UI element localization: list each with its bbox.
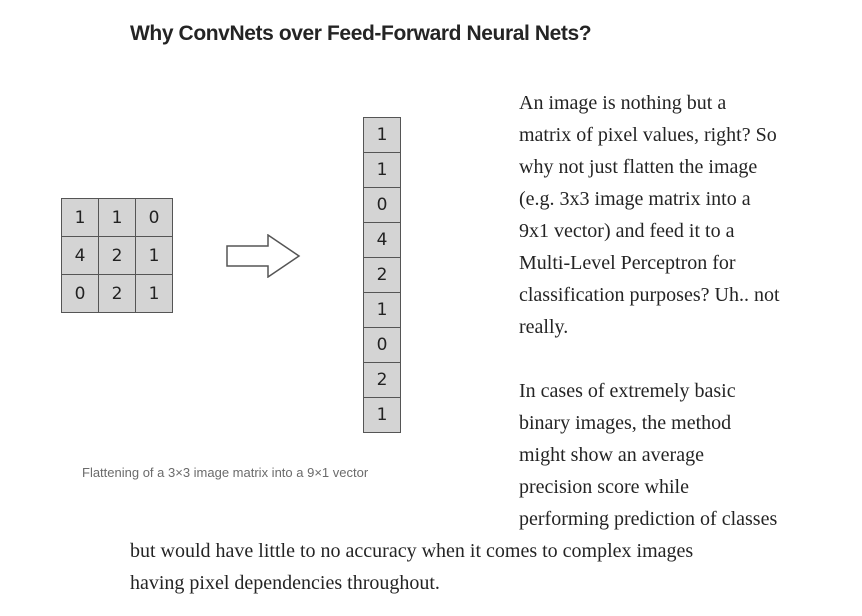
text-line: classification purposes? Uh.. not [519, 284, 780, 306]
matrix-cell: 0 [62, 275, 99, 313]
matrix-cell: 0 [136, 199, 173, 237]
vector-cell: 1 [364, 293, 401, 328]
text-line: performing prediction of classes [519, 508, 778, 530]
matrix-cell: 1 [99, 199, 136, 237]
text-line: (e.g. 3x3 image matrix into a [519, 188, 751, 210]
matrix-cell: 2 [99, 237, 136, 275]
text-line: precision score while [519, 476, 689, 498]
matrix-cell: 1 [136, 275, 173, 313]
text-line: 9x1 vector) and feed it to a [519, 220, 735, 242]
vector-cell: 2 [364, 363, 401, 398]
text-line: Multi-Level Perceptron for [519, 252, 736, 274]
image-matrix-3x3: 1 1 0 4 2 1 0 2 1 [61, 198, 173, 313]
vector-cell: 1 [364, 398, 401, 433]
vector-cell: 0 [364, 328, 401, 363]
paragraph-intro: An image is nothing but a matrix of pixe… [519, 87, 824, 343]
vector-cell: 1 [364, 118, 401, 153]
vector-cell: 0 [364, 188, 401, 223]
matrix-cell: 2 [99, 275, 136, 313]
matrix-cell: 1 [62, 199, 99, 237]
paragraph-continuation: but would have little to no accuracy whe… [130, 535, 830, 599]
vector-cell: 4 [364, 223, 401, 258]
matrix-cell: 4 [62, 237, 99, 275]
text-line: but would have little to no accuracy whe… [130, 540, 694, 562]
right-arrow-icon [226, 234, 301, 278]
text-line: In cases of extremely basic [519, 380, 736, 402]
text-line: matrix of pixel values, right? So [519, 124, 777, 146]
vector-cell: 1 [364, 153, 401, 188]
vector-cell: 2 [364, 258, 401, 293]
text-line: binary images, the method [519, 412, 732, 434]
text-line: really. [519, 316, 569, 338]
figure-caption: Flattening of a 3×3 image matrix into a … [82, 465, 369, 480]
text-line: having pixel dependencies throughout. [130, 572, 440, 594]
paragraph-basic-images: In cases of extremely basic binary image… [519, 375, 824, 535]
text-line: An image is nothing but a [519, 92, 727, 114]
flattened-vector-9x1: 1 1 0 4 2 1 0 2 1 [363, 117, 401, 433]
text-line: might show an average [519, 444, 704, 466]
matrix-cell: 1 [136, 237, 173, 275]
section-heading: Why ConvNets over Feed-Forward Neural Ne… [130, 22, 592, 45]
text-line: why not just flatten the image [519, 156, 758, 178]
